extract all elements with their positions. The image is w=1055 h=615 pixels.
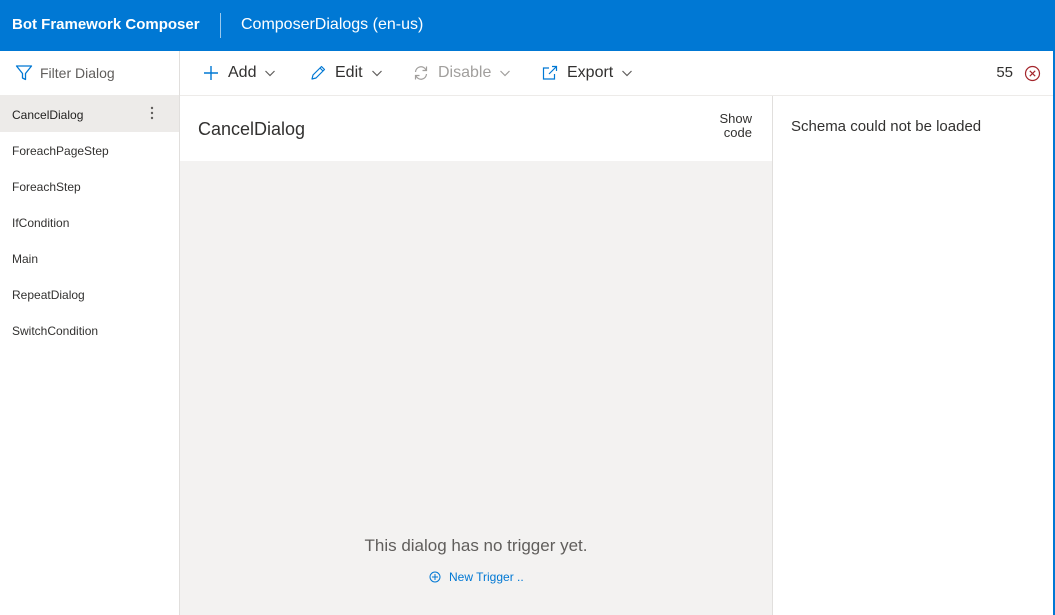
export-button[interactable]: Export: [541, 51, 633, 95]
visual-editor: CancelDialog Show code This dialog has no…: [180, 96, 773, 615]
disable-button-label: Disable: [438, 64, 492, 81]
new-trigger-label: New Trigger ..: [449, 570, 524, 584]
add-circle-icon: [429, 571, 441, 583]
add-icon: [204, 66, 218, 80]
chevron-down-icon: [500, 70, 511, 77]
chevron-down-icon: [371, 70, 382, 77]
dialog-item-switchcondition[interactable]: SwitchCondition: [0, 312, 179, 348]
dialog-item-label: Main: [12, 252, 39, 266]
dialog-item-label: ForeachPageStep: [12, 144, 109, 158]
dialog-item-ifcondition[interactable]: IfCondition: [0, 204, 179, 240]
app-title: Bot Framework Composer: [12, 16, 200, 33]
error-count[interactable]: 55: [996, 64, 1013, 81]
dialog-sidebar: Filter Dialog CancelDialog ForeachPageSt…: [0, 51, 180, 615]
dialog-list: CancelDialog ForeachPageStep ForeachStep…: [0, 96, 179, 348]
error-circle-icon[interactable]: [1024, 65, 1041, 82]
filter-dialog-placeholder: Filter Dialog: [40, 65, 115, 81]
header-divider: [220, 13, 221, 38]
schema-error-message: Schema could not be loaded: [791, 118, 982, 135]
empty-state-message: This dialog has no trigger yet.: [364, 536, 588, 555]
dialog-title: CancelDialog: [198, 119, 306, 139]
edit-button-label: Edit: [335, 64, 363, 81]
export-button-label: Export: [567, 64, 614, 81]
dialog-item-repeatdialog[interactable]: RepeatDialog: [0, 276, 179, 312]
project-title[interactable]: ComposerDialogs (en-us): [241, 16, 423, 34]
dialog-item-foreachpagestep[interactable]: ForeachPageStep: [0, 132, 179, 168]
chevron-down-icon: [622, 70, 633, 77]
export-icon: [542, 65, 558, 80]
show-code-button[interactable]: Show code: [692, 112, 752, 140]
add-button[interactable]: Add: [202, 51, 276, 95]
disable-button[interactable]: Disable: [412, 51, 511, 95]
dialog-item-main[interactable]: Main: [0, 240, 179, 276]
chevron-down-icon: [265, 70, 276, 77]
more-options-icon[interactable]: [145, 104, 159, 122]
pencil-icon: [311, 65, 326, 80]
app-header: Bot Framework Composer ComposerDialogs (…: [0, 0, 1055, 51]
dialog-item-label: RepeatDialog: [12, 288, 85, 302]
filter-icon: [15, 65, 33, 81]
property-panel: Schema could not be loaded: [774, 96, 1053, 615]
new-trigger-link[interactable]: New Trigger ..: [429, 570, 524, 584]
filter-dialog-input[interactable]: Filter Dialog: [0, 51, 179, 96]
edit-button[interactable]: Edit: [309, 51, 383, 95]
dialog-item-canceldialog[interactable]: CancelDialog: [0, 96, 179, 132]
editor-toolbar: Add Edit Disable Export 55: [180, 51, 1053, 96]
editor-header: CancelDialog Show code: [180, 96, 772, 161]
add-button-label: Add: [228, 64, 257, 81]
dialog-item-label: SwitchCondition: [12, 324, 99, 338]
dialog-item-label: ForeachStep: [12, 180, 81, 194]
dialog-item-label: CancelDialog: [12, 108, 84, 122]
dialog-item-foreachstep[interactable]: ForeachStep: [0, 168, 179, 204]
refresh-icon: [414, 66, 428, 80]
dialog-item-label: IfCondition: [12, 216, 70, 230]
